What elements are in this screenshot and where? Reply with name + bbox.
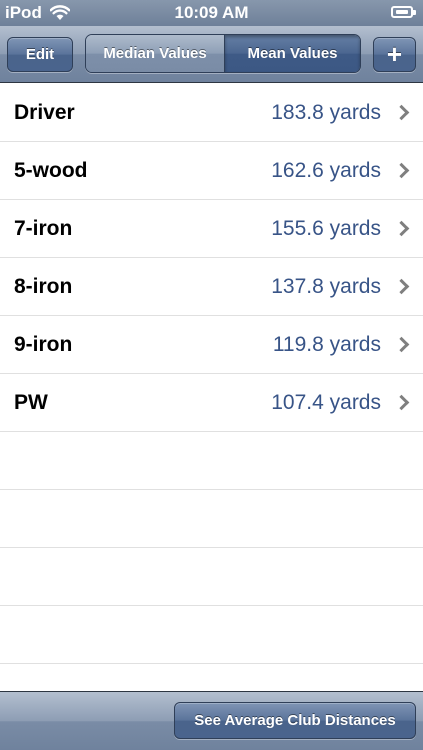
battery-charging-icon <box>391 6 416 18</box>
club-row-7-iron[interactable]: 7-iron 155.6 yards <box>0 200 423 258</box>
segment-mean-values[interactable]: Mean Values <box>225 35 360 72</box>
chevron-right-icon <box>393 162 410 179</box>
empty-row <box>0 490 423 548</box>
chevron-right-icon <box>393 336 410 353</box>
empty-row <box>0 432 423 490</box>
club-distance: 107.4 yards <box>271 391 381 414</box>
club-distance: 162.6 yards <box>271 159 381 182</box>
club-distance: 119.8 yards <box>272 333 381 356</box>
edit-button[interactable]: Edit <box>7 37 73 72</box>
club-distance: 183.8 yards <box>271 101 381 124</box>
chevron-right-icon <box>393 394 410 411</box>
club-row-pw[interactable]: PW 107.4 yards <box>0 374 423 432</box>
bottom-toolbar: See Average Club Distances <box>0 691 423 750</box>
status-bar: iPod 10:09 AM <box>0 0 423 26</box>
club-name: 5-wood <box>14 159 88 182</box>
chevron-right-icon <box>393 278 410 295</box>
club-distance: 155.6 yards <box>271 217 381 240</box>
chevron-right-icon <box>393 220 410 237</box>
top-toolbar: Edit Median Values Mean Values + <box>0 26 423 83</box>
empty-row <box>0 606 423 664</box>
club-name: Driver <box>14 101 75 124</box>
chevron-right-icon <box>393 104 410 121</box>
club-row-8-iron[interactable]: 8-iron 137.8 yards <box>0 258 423 316</box>
empty-row <box>0 548 423 606</box>
club-list: Driver 183.8 yards 5-wood 162.6 yards 7-… <box>0 84 423 432</box>
club-distance: 137.8 yards <box>271 275 381 298</box>
see-average-distances-button[interactable]: See Average Club Distances <box>174 702 416 739</box>
club-row-driver[interactable]: Driver 183.8 yards <box>0 84 423 142</box>
segment-median-values[interactable]: Median Values <box>86 35 225 72</box>
add-club-button[interactable]: + <box>373 37 416 72</box>
club-name: 9-iron <box>14 333 73 356</box>
club-name: 7-iron <box>14 217 73 240</box>
status-time: 10:09 AM <box>174 3 249 22</box>
club-row-5-wood[interactable]: 5-wood 162.6 yards <box>0 142 423 200</box>
club-name: 8-iron <box>14 275 73 298</box>
club-name: PW <box>14 391 48 414</box>
club-row-9-iron[interactable]: 9-iron 119.8 yards <box>0 316 423 374</box>
battery-level <box>396 10 408 14</box>
empty-rows <box>0 432 423 664</box>
values-segmented-control: Median Values Mean Values <box>85 34 361 73</box>
